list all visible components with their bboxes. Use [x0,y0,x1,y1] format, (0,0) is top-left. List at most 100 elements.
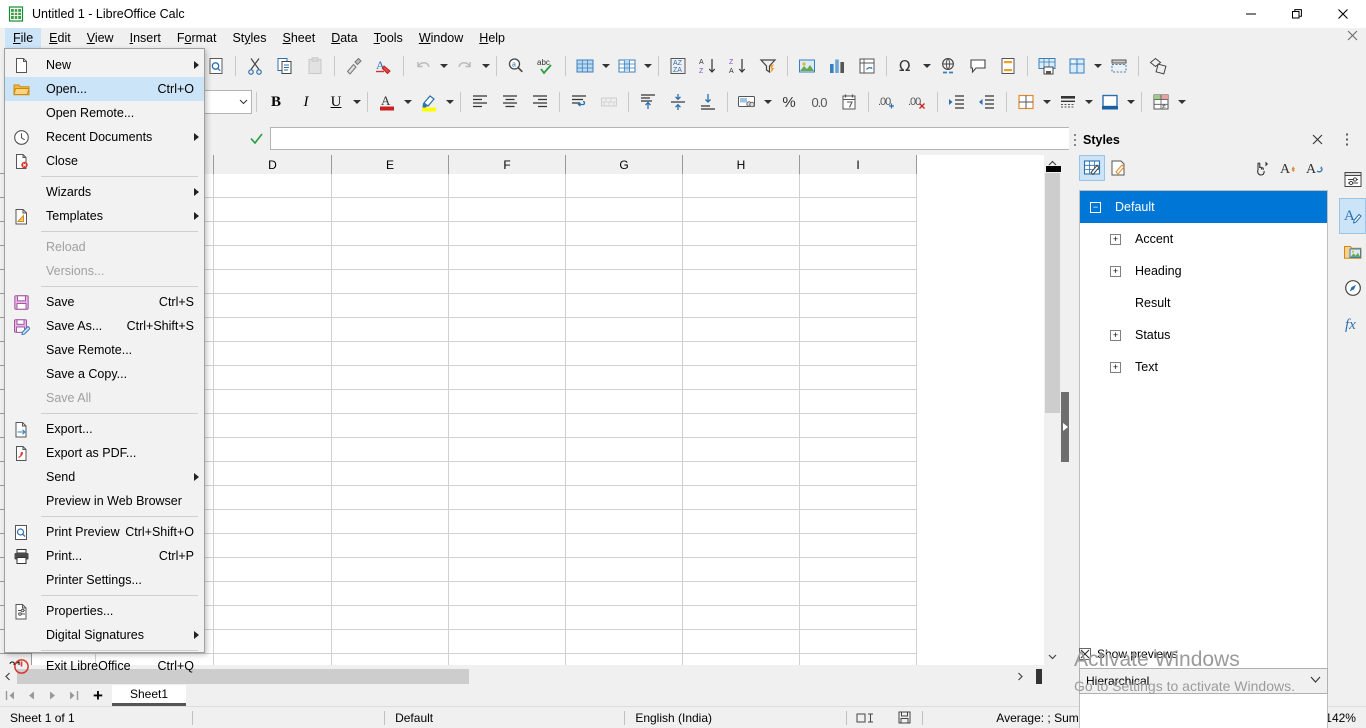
highlight-color-icon[interactable] [414,88,444,116]
font-color-dropdown[interactable] [402,88,414,116]
underline-button[interactable]: U [321,88,351,116]
grid-cell[interactable] [449,630,566,654]
row-icon[interactable] [570,52,600,80]
file-menu-item-export[interactable]: Export... [5,417,204,441]
expand-icon[interactable]: + [1110,329,1121,341]
border-style-icon[interactable] [1053,88,1083,116]
file-menu-item-printer-settings[interactable]: Printer Settings... [5,568,204,592]
grid-cell[interactable] [449,438,566,462]
format-as-percent-icon[interactable]: % [774,88,804,116]
grid-cell[interactable] [683,510,800,534]
grid-cell[interactable] [683,438,800,462]
grid-cell[interactable] [332,366,449,390]
bold-button[interactable]: B [261,88,291,116]
column-header-F[interactable]: F [449,155,566,174]
scroll-right-button[interactable] [1012,668,1027,685]
grid-cell[interactable] [214,222,332,246]
page-styles-icon[interactable] [1105,155,1131,181]
delete-decimal-place-icon[interactable]: .00 [903,88,933,116]
sidebar-show-hide-handle[interactable] [1061,392,1069,462]
align-center-vertically-icon[interactable] [663,88,693,116]
grid-cell[interactable] [683,318,800,342]
currency-dropdown[interactable] [762,88,774,116]
file-menu-item-open-remote[interactable]: Open Remote... [5,101,204,125]
special-character-dropdown[interactable] [921,52,933,80]
file-menu-item-save-as[interactable]: Save As... Ctrl+Shift+S [5,314,204,338]
functions-tab-icon[interactable]: fx [1339,306,1366,342]
file-menu-item-close[interactable]: Close [5,149,204,173]
align-center-icon[interactable] [495,88,525,116]
grid-cell[interactable] [566,654,683,665]
expand-icon[interactable]: + [1110,361,1121,373]
grid-cell[interactable] [566,630,683,654]
grid-cell[interactable] [214,582,332,606]
column-header-I[interactable]: I [800,155,917,174]
format-as-currency-icon[interactable] [732,88,762,116]
highlight-color-dropdown[interactable] [444,88,456,116]
grid-cell[interactable] [449,222,566,246]
grid-cell[interactable] [566,342,683,366]
grid-cell[interactable] [449,414,566,438]
undo-icon[interactable] [408,52,438,80]
file-menu-item-save-a-copy[interactable]: Save a Copy... [5,362,204,386]
sort-descending-icon[interactable]: ZA [723,52,753,80]
background-color-dropdown[interactable] [1125,88,1137,116]
checkmark-icon[interactable] [244,126,268,152]
file-menu-item-preview-in-web-browser[interactable]: Preview in Web Browser [5,489,204,513]
grid-cell[interactable] [449,174,566,198]
freeze-rows-columns-icon[interactable] [1032,52,1062,80]
decrease-indent-icon[interactable] [972,88,1002,116]
row-dropdown[interactable] [600,52,612,80]
grid-cell[interactable] [214,510,332,534]
grid-cell[interactable] [683,486,800,510]
grid-cell[interactable] [449,510,566,534]
grid-cell[interactable] [449,582,566,606]
grid-cell[interactable] [449,246,566,270]
grid-cell[interactable] [214,246,332,270]
status-page-style[interactable]: Default [385,707,624,728]
grid-cell[interactable] [800,606,917,630]
vertical-scroll-thumb[interactable] [1045,166,1061,413]
grid-cell[interactable] [800,270,917,294]
file-menu-dropdown[interactable]: New Open... Ctrl+O Open Remote... Recent Doc… [4,48,205,674]
grid-cell[interactable] [332,534,449,558]
column-dropdown[interactable] [642,52,654,80]
column-header-D[interactable]: D [214,155,332,174]
file-menu-item-recent-documents[interactable]: Recent Documents [5,125,204,149]
menu-help[interactable]: Help [471,28,513,49]
file-menu-item-send[interactable]: Send [5,465,204,489]
grid-cell[interactable] [800,534,917,558]
column-icon[interactable] [612,52,642,80]
grid-cell[interactable] [566,366,683,390]
grid-cell[interactable] [332,510,449,534]
styles-tab-icon[interactable]: A [1339,198,1366,234]
sidebar-more-options-icon[interactable]: ⋮ [1336,128,1358,150]
grid-cell[interactable] [449,342,566,366]
style-item-result[interactable]: Result [1080,287,1327,319]
grid-cell[interactable] [800,198,917,222]
grid-cell[interactable] [332,414,449,438]
file-menu-item-properties[interactable]: Properties... [5,599,204,623]
grid-cell[interactable] [214,270,332,294]
grid-cell[interactable] [566,582,683,606]
split-window-icon[interactable] [1062,52,1092,80]
grid-cell[interactable] [332,222,449,246]
grid-cell[interactable] [800,366,917,390]
file-menu-item-digital-signatures[interactable]: Digital Signatures [5,623,204,647]
add-decimal-place-icon[interactable]: .00 [873,88,903,116]
scroll-down-button[interactable] [1044,648,1061,665]
maximize-button[interactable] [1274,0,1320,28]
menu-styles[interactable]: Styles [224,28,274,49]
background-color-icon[interactable] [1095,88,1125,116]
define-print-area-icon[interactable] [1104,52,1134,80]
style-item-status[interactable]: + Status [1080,319,1327,351]
grid-cell[interactable] [566,510,683,534]
conditional-dropdown[interactable] [1176,88,1188,116]
file-menu-item-exit-libreoffice[interactable]: Exit LibreOffice Ctrl+Q [5,654,204,678]
style-item-accent[interactable]: + Accent [1080,223,1327,255]
grid-cell[interactable] [214,630,332,654]
show-previews-checkbox[interactable]: Show previews [1079,644,1328,664]
grid-cell[interactable] [332,438,449,462]
menu-sheet[interactable]: Sheet [275,28,324,49]
grid-cell[interactable] [566,558,683,582]
